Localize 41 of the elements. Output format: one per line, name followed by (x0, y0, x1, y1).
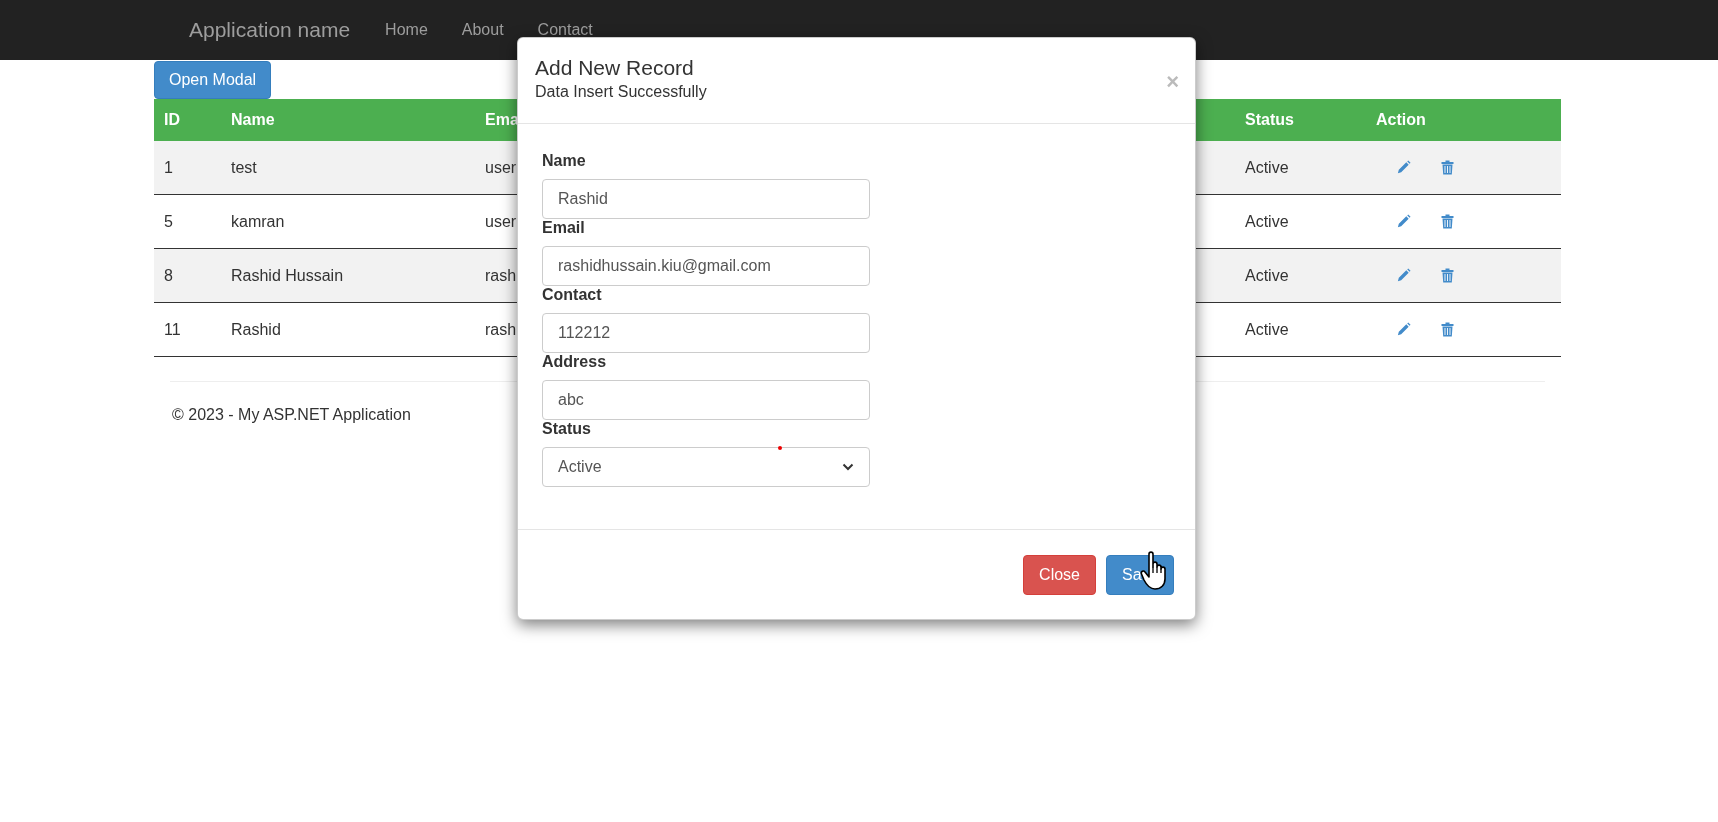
brand-name[interactable]: Application name (189, 18, 351, 42)
input-field[interactable]: 112212 (542, 313, 870, 353)
column-header: ID (154, 99, 221, 141)
pencil-icon[interactable] (1396, 214, 1411, 229)
input-field[interactable]: rashidhussain.kiu@gmail.com (542, 246, 870, 286)
nav-link[interactable]: About (461, 21, 504, 39)
field-label: Email (542, 219, 585, 237)
input-field[interactable]: abc (542, 380, 870, 420)
open-modal-button[interactable]: Open Modal (154, 61, 272, 99)
trash-icon[interactable] (1441, 214, 1454, 229)
chevron-down-icon (842, 463, 854, 471)
footer-text: © 2023 - My ASP.NET Application (172, 406, 411, 424)
modal-title: Add New Record (535, 56, 695, 80)
column-header: Name (221, 99, 475, 141)
pencil-icon[interactable] (1396, 322, 1411, 337)
nav-link[interactable]: Contact (537, 21, 593, 39)
column-header: Status (1235, 99, 1366, 141)
trash-icon[interactable] (1441, 322, 1454, 337)
table-cell: Rashid Hussain (221, 249, 475, 303)
field-label: Contact (542, 286, 602, 304)
trash-icon[interactable] (1441, 160, 1454, 175)
success-message: Data Insert Successfully (535, 83, 707, 101)
close-button[interactable]: Close (1023, 555, 1096, 595)
table-cell: 8 (154, 249, 221, 303)
pencil-icon[interactable] (1396, 160, 1411, 175)
status-select[interactable]: Active (542, 447, 870, 487)
table-cell: Rashid (221, 303, 475, 357)
column-header: Action (1366, 99, 1561, 141)
field-label: Status (542, 420, 591, 438)
table-cell: test (221, 141, 475, 195)
marker-dot (778, 446, 782, 450)
table-cell: Active (1235, 303, 1366, 357)
table-cell: 1 (154, 141, 221, 195)
table-cell: Active (1235, 249, 1366, 303)
table-cell: Active (1235, 141, 1366, 195)
table-cell: 11 (154, 303, 221, 357)
pencil-icon[interactable] (1396, 268, 1411, 283)
input-field[interactable]: Rashid (542, 179, 870, 219)
trash-icon[interactable] (1441, 268, 1454, 283)
field-label: Name (542, 152, 586, 170)
nav-link[interactable]: Home (385, 21, 428, 39)
